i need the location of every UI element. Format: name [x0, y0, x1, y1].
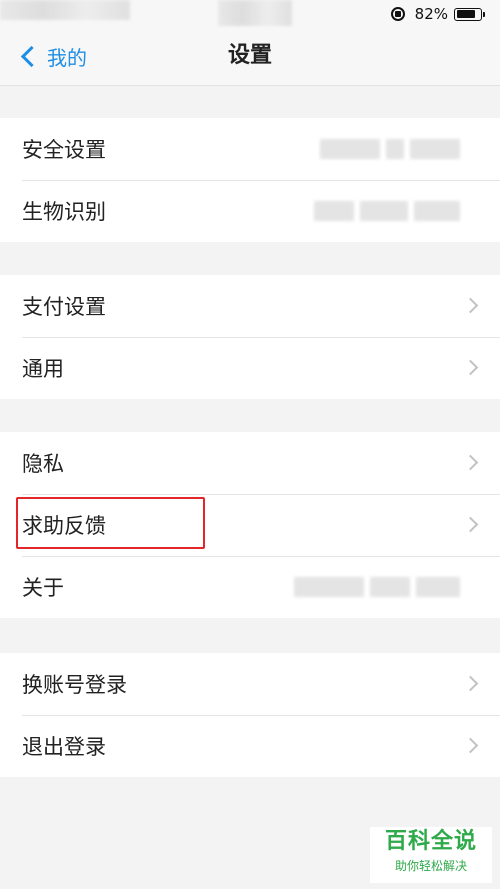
settings-group-support: 隐私 求助反馈 关于: [0, 432, 500, 618]
chevron-right-icon: [462, 675, 479, 692]
blurred-value: [288, 574, 460, 600]
blurred-time: [218, 0, 292, 26]
watermark: 百科全说 助你轻松解决: [370, 827, 492, 883]
blurred-value: [308, 198, 460, 224]
settings-group-account: 安全设置 生物识别: [0, 118, 500, 242]
page-title: 设置: [227, 43, 272, 68]
settings-item-label: 生物识别: [22, 200, 106, 224]
status-right: 82%: [390, 4, 485, 24]
settings-item-label: 退出登录: [22, 735, 106, 759]
settings-item-general[interactable]: 通用: [0, 337, 500, 399]
settings-item-label: 求助反馈: [22, 514, 106, 538]
chevron-right-icon: [462, 454, 479, 471]
settings-item-privacy[interactable]: 隐私: [0, 432, 500, 494]
settings-item-security[interactable]: 安全设置: [0, 118, 500, 180]
settings-item-label: 支付设置: [22, 295, 106, 319]
settings-item-help-feedback[interactable]: 求助反馈: [0, 494, 500, 556]
settings-item-about[interactable]: 关于: [0, 556, 500, 618]
settings-item-label: 安全设置: [22, 138, 106, 162]
settings-item-label: 通用: [22, 357, 64, 381]
watermark-title: 百科全说: [384, 829, 477, 854]
nav-bar: 我的 设置: [0, 28, 500, 86]
blurred-carrier: [0, 0, 130, 20]
settings-item-payment[interactable]: 支付设置: [0, 275, 500, 337]
status-bar: 82%: [0, 0, 500, 28]
battery-icon: [454, 7, 485, 21]
battery-level: [456, 10, 476, 18]
settings-item-label: 关于: [22, 576, 64, 600]
settings-item-label: 换账号登录: [22, 673, 127, 697]
settings-group-login: 换账号登录 退出登录: [0, 653, 500, 777]
settings-item-switch-account[interactable]: 换账号登录: [0, 653, 500, 715]
settings-item-label: 隐私: [22, 452, 64, 476]
settings-item-biometric[interactable]: 生物识别: [0, 180, 500, 242]
blurred-value: [314, 136, 460, 162]
watermark-subtitle: 助你轻松解决: [394, 859, 467, 873]
settings-group-payment: 支付设置 通用: [0, 275, 500, 399]
settings-item-logout[interactable]: 退出登录: [0, 715, 500, 777]
rotation-lock-icon: [390, 7, 405, 21]
chevron-right-icon: [462, 359, 479, 376]
chevron-right-icon: [462, 297, 479, 314]
battery-percent: 82%: [414, 5, 448, 23]
chevron-right-icon: [462, 516, 479, 533]
chevron-right-icon: [462, 737, 479, 754]
